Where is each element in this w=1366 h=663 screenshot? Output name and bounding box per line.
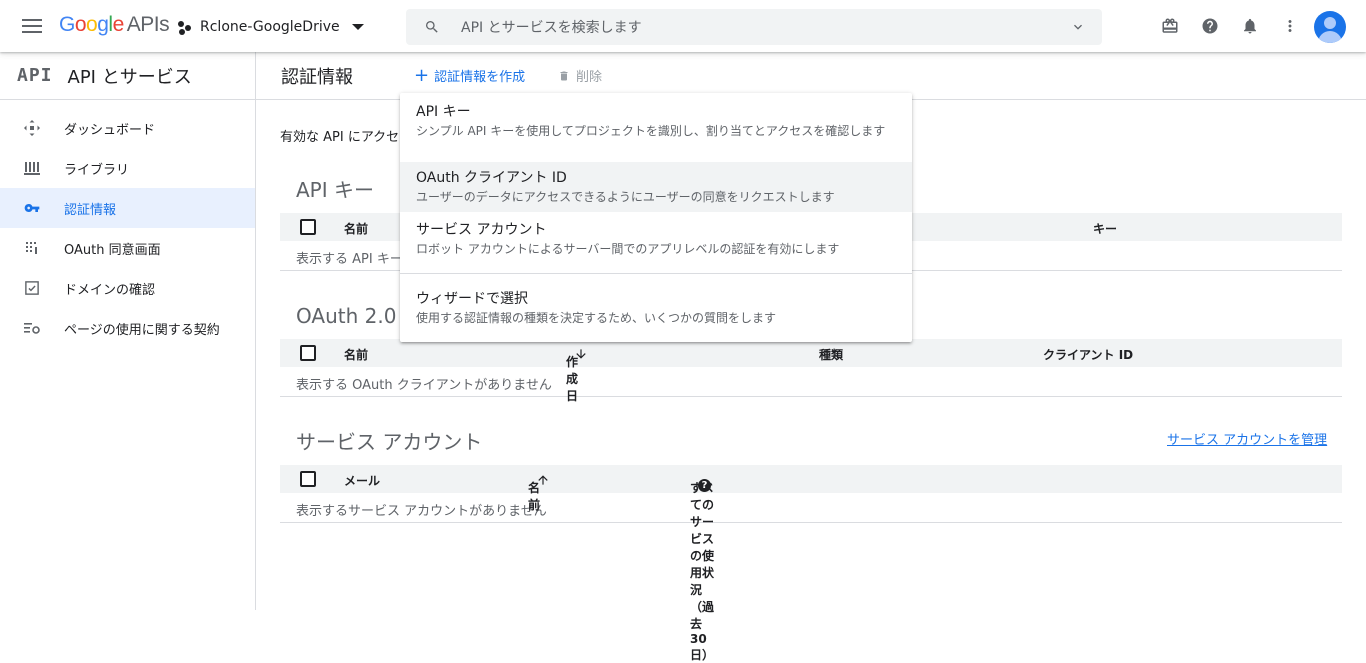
search-placeholder: API とサービスを検索します [461, 20, 642, 36]
chevron-down-icon[interactable] [1070, 19, 1086, 35]
service-accounts-title: サービス アカウント [296, 430, 483, 454]
oauth-consent-icon [24, 240, 40, 256]
create-credentials-button[interactable]: + 認証情報を作成 [414, 66, 525, 85]
create-credentials-menu: API キー シンプル API キーを使用してプロジェクトを識別し、割り当てとア… [400, 93, 912, 342]
help-icon[interactable] [1201, 17, 1219, 35]
col-created-sortable[interactable]: 作成日 [566, 346, 588, 403]
col-key: キー [1093, 222, 1118, 236]
sidebar-item-page-usage-agreements[interactable]: ページの使用に関する契約 [0, 308, 255, 348]
oauth-clients-table: 名前 作成日 種類 クライアント ID 表示する OAuth クライアントがあり… [280, 339, 1342, 403]
project-selector[interactable]: Rclone-GoogleDrive [178, 14, 364, 40]
col-type: 種類 [819, 348, 844, 362]
domain-check-icon [24, 280, 40, 296]
delete-label: 削除 [576, 70, 603, 85]
manage-service-accounts-link[interactable]: サービス アカウントを管理 [1167, 429, 1327, 448]
sidebar-item-dashboard[interactable]: ダッシュボード [0, 108, 255, 148]
sidebar-header: API API とサービス [0, 52, 255, 100]
api-keys-title: API キー [296, 178, 374, 202]
trash-icon [560, 71, 568, 80]
select-all-checkbox[interactable] [300, 345, 316, 361]
table-header: メール 名前 すべてのサービスの使用状況（過去 30 日）? [280, 465, 1342, 662]
api-logo-icon: API [17, 65, 53, 86]
gift-icon[interactable] [1161, 17, 1179, 35]
menu-item-wizard[interactable]: ウィザードで選択 使用する認証情報の種類を決定するため、いくつかの質問をします [400, 288, 912, 334]
empty-message: 表示する OAuth クライアントがありません [280, 367, 1342, 397]
delete-button[interactable]: 削除 [558, 66, 602, 85]
google-apis-logo[interactable]: Google APIs [59, 13, 170, 37]
col-email: メール [344, 474, 381, 488]
notifications-icon[interactable] [1241, 17, 1259, 35]
select-all-checkbox[interactable] [300, 471, 316, 487]
caret-down-icon [351, 24, 364, 30]
key-icon [24, 200, 40, 216]
create-credentials-label: 認証情報を作成 [434, 70, 526, 85]
project-icon [178, 19, 194, 35]
table-header: 名前 作成日 種類 クライアント ID [280, 339, 1342, 403]
description-text: 有効な API にアクセ [280, 130, 400, 145]
account-avatar[interactable] [1314, 11, 1346, 43]
project-name: Rclone-GoogleDrive [200, 19, 340, 35]
main-menu-icon[interactable] [20, 16, 44, 36]
menu-item-oauth-client-id[interactable]: OAuth クライアント ID ユーザーのデータにアクセスできるようにユーザーの… [400, 162, 912, 212]
plus-icon: + [414, 64, 430, 86]
menu-item-api-key[interactable]: API キー シンプル API キーを使用してプロジェクトを識別し、割り当てとア… [400, 101, 912, 161]
search-icon [426, 21, 438, 33]
service-accounts-table: メール 名前 すべてのサービスの使用状況（過去 30 日）? 表示するサービス … [280, 465, 1342, 662]
sidebar-item-oauth-consent[interactable]: OAuth 同意画面 [0, 228, 255, 268]
sidebar-item-domain-verification[interactable]: ドメインの確認 [0, 268, 255, 308]
more-vert-icon[interactable] [1281, 17, 1299, 35]
empty-message: 表示するサービス アカウントがありません [280, 493, 1342, 523]
top-app-bar: Google APIs Rclone-GoogleDrive API とサービスを… [0, 0, 1366, 52]
library-icon [24, 160, 40, 176]
page-title: 認証情報 [281, 66, 353, 88]
sidebar-item-credentials[interactable]: 認証情報 [0, 188, 255, 228]
help-icon[interactable]: ? [698, 479, 711, 492]
col-name: 名前 [344, 348, 369, 362]
select-all-checkbox[interactable] [300, 219, 316, 235]
sidebar-item-library[interactable]: ライブラリ [0, 148, 255, 188]
menu-divider [400, 273, 912, 274]
col-name: 名前 [344, 222, 369, 236]
col-name-sortable[interactable]: 名前 [528, 472, 550, 512]
menu-item-service-account[interactable]: サービス アカウント ロボット アカウントによるサーバー間でのアプリレベルの認証… [400, 219, 912, 265]
search-box[interactable]: API とサービスを検索します [406, 9, 1102, 45]
col-client-id: クライアント ID [1043, 348, 1134, 362]
sidebar: API API とサービス ダッシュボード ライブラリ 認証情報 OAuth 同… [0, 52, 256, 610]
dashboard-icon [24, 120, 40, 136]
sidebar-title: API とサービス [67, 66, 192, 88]
settings-list-icon [24, 320, 40, 336]
